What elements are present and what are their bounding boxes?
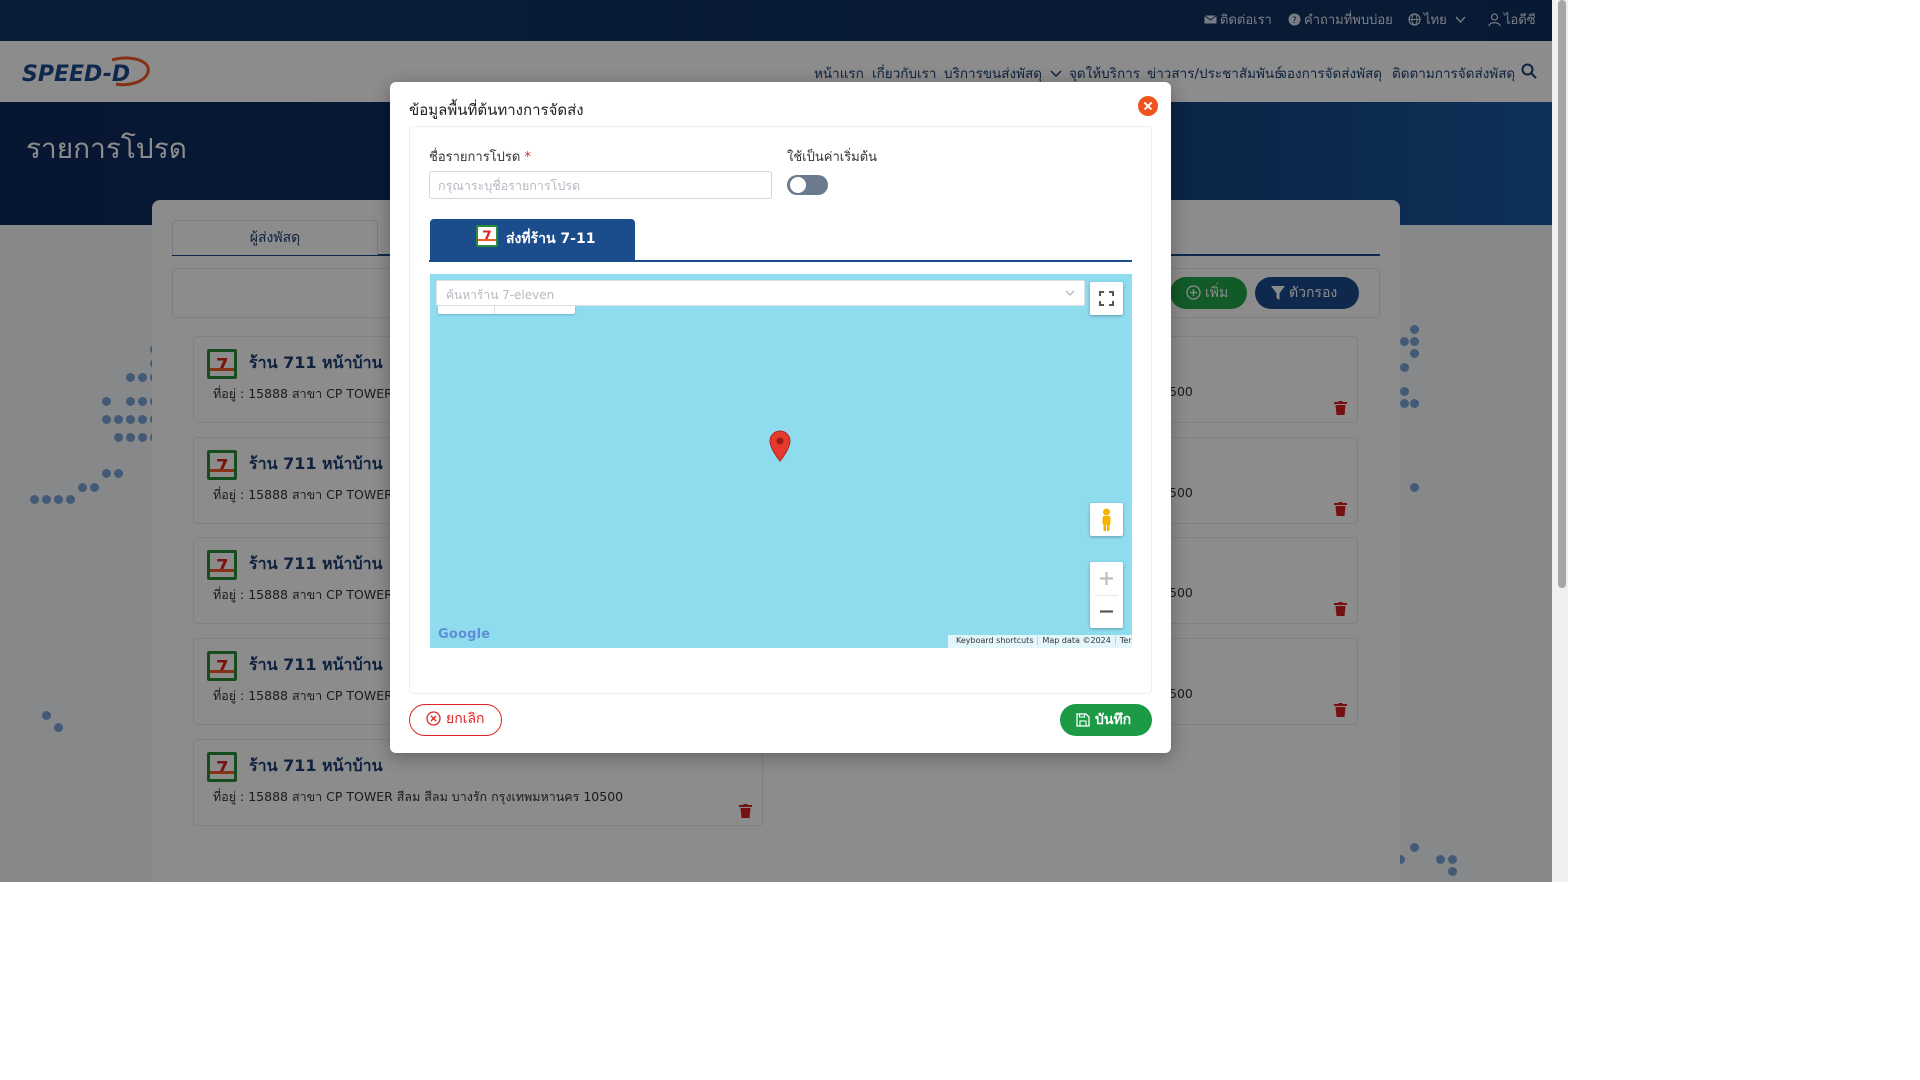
save-button[interactable]: บันทึก [1060,704,1152,736]
favorite-name-label: ชื่อรายการโปรด * [429,146,531,167]
fullscreen-icon [1099,291,1114,306]
favorite-name-label-text: ชื่อรายการโปรด [429,150,521,165]
seven-eleven-logo: 7 [476,225,498,247]
chevron-down-icon [1065,290,1075,296]
tab-seven-eleven-label: ส่งที่ร้าน 7-11 [506,231,596,247]
svg-text:7: 7 [482,229,492,245]
floppy-disk-icon [1076,713,1090,727]
map-type-control[interactable] [438,306,575,314]
store-search-placeholder: ค้นหาร้าน 7-eleven [446,288,555,302]
tab-seven-eleven[interactable]: 7 ส่งที่ร้าน 7-11 [430,219,635,261]
close-button[interactable] [1138,96,1158,116]
toggle-knob [790,177,806,193]
map-attribution: Keyboard shortcutsMap data ©2024Terms [948,635,1132,648]
favorite-name-input[interactable] [429,171,772,199]
zoom-control [1090,562,1123,628]
map-marker-icon[interactable] [768,430,792,462]
keyboard-shortcuts-link[interactable]: Keyboard shortcuts [952,636,1039,645]
plus-icon [1100,572,1113,585]
modal-title: ข้อมูลพื้นที่ต้นทางการจัดส่ง [409,101,584,119]
origin-area-modal: ข้อมูลพื้นที่ต้นทางการจัดส่ง ชื่อรายการโ… [390,82,1171,753]
terms-link[interactable]: Terms [1116,636,1132,645]
fullscreen-button[interactable] [1090,282,1123,315]
zoom-out-button[interactable] [1090,595,1123,628]
cancel-label: ยกเลิก [446,711,485,727]
save-label: บันทึก [1095,712,1132,728]
default-label: ใช้เป็นค่าเริ่มต้น [787,150,878,165]
pegman-icon [1102,508,1111,531]
x-circle-icon [426,711,441,726]
map-data-text: Map data ©2024 [1038,636,1116,645]
required-mark: * [524,150,531,165]
map-view[interactable]: ค้นหาร้าน 7-eleven Google Keyboard short… [430,274,1132,648]
street-view-button[interactable] [1090,503,1123,536]
scrollbar-thumb[interactable] [1558,0,1566,588]
zoom-in-button[interactable] [1090,562,1123,595]
google-logo[interactable]: Google [438,627,490,642]
default-toggle[interactable] [787,175,828,195]
cancel-button[interactable]: ยกเลิก [409,704,502,736]
minus-icon [1100,610,1113,613]
store-search-select[interactable]: ค้นหาร้าน 7-eleven [436,280,1085,306]
